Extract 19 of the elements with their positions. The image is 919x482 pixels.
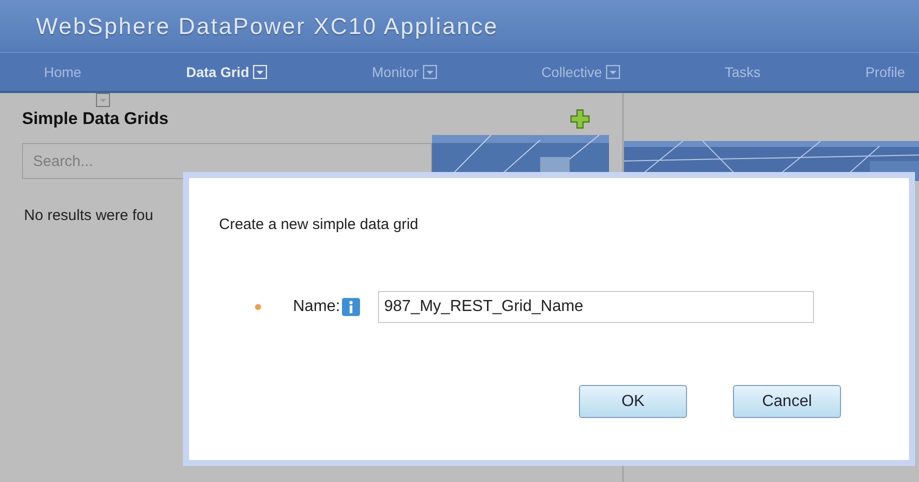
nav-tab[interactable]: Home: [40, 64, 86, 80]
dialog-heading: Create a new simple data grid: [219, 216, 420, 233]
app-title: WebSphere DataPower XC10 Appliance: [36, 12, 498, 40]
panel-title: Simple Data Grids: [22, 109, 168, 129]
dropdown-icon[interactable]: [606, 65, 620, 79]
nav-tab[interactable]: Data Grid: [182, 64, 272, 80]
name-field[interactable]: 987_My_REST_Grid_Name: [378, 291, 814, 323]
dropdown-icon[interactable]: [96, 93, 110, 107]
dialog-button[interactable]: OK: [579, 385, 687, 418]
nav-tab[interactable]: Profile: [861, 64, 909, 80]
nav-tab[interactable]: Collective: [537, 64, 624, 80]
dropdown-icon[interactable]: [422, 65, 437, 79]
add-icon[interactable]: [570, 109, 590, 129]
nav-tab[interactable]: Monitor: [368, 64, 441, 80]
empty-message: No results were fou: [24, 207, 154, 224]
info-icon[interactable]: [342, 298, 360, 316]
field-label: Name:: [293, 298, 340, 316]
nav-tab[interactable]: Tasks: [720, 64, 765, 80]
dialog-button[interactable]: Cancel: [733, 385, 841, 418]
